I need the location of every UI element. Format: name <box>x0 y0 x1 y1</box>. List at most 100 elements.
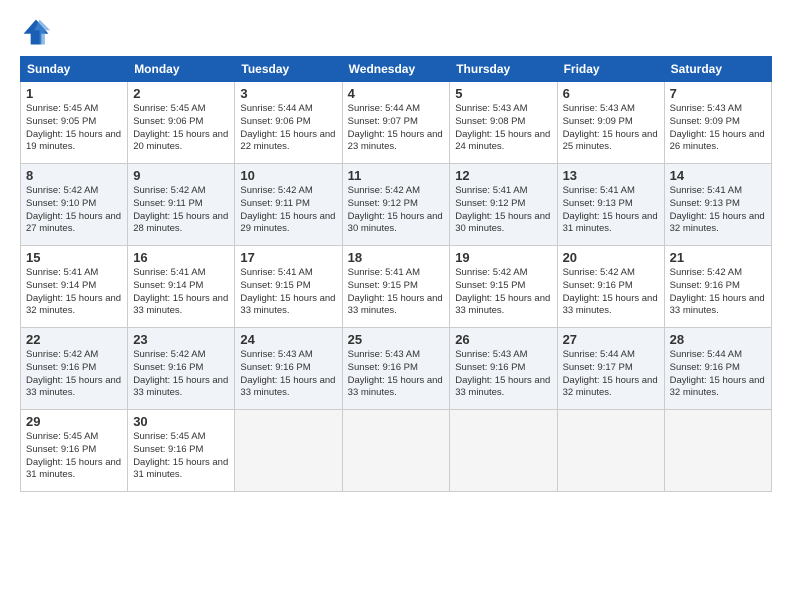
day-info: Sunrise: 5:44 AM Sunset: 9:16 PM Dayligh… <box>670 349 766 400</box>
calendar-cell: 11 Sunrise: 5:42 AM Sunset: 9:12 PM Dayli… <box>342 164 450 246</box>
week-row-3: 15Sunrise: 5:41 AM Sunset: 9:14 PM Dayli… <box>21 246 772 328</box>
day-number: 5 <box>455 86 551 101</box>
day-number: 22 <box>26 332 122 347</box>
calendar-cell: 29 Sunrise: 5:45 AM Sunset: 9:16 PM Dayli… <box>21 410 128 492</box>
day-number: 26 <box>455 332 551 347</box>
calendar-cell: 27 Sunrise: 5:44 AM Sunset: 9:17 PM Dayli… <box>557 328 664 410</box>
day-info: Sunrise: 5:41 AM Sunset: 9:15 PM Dayligh… <box>240 267 336 318</box>
col-sunday: Sunday <box>21 57 128 82</box>
day-number: 28 <box>670 332 766 347</box>
page: Sunday Monday Tuesday Wednesday Thursday… <box>0 0 792 612</box>
col-saturday: Saturday <box>664 57 771 82</box>
day-info: Sunrise: 5:42 AM Sunset: 9:11 PM Dayligh… <box>240 185 336 236</box>
logo <box>20 16 56 48</box>
calendar-cell: 15Sunrise: 5:41 AM Sunset: 9:14 PM Dayli… <box>21 246 128 328</box>
day-info: Sunrise: 5:42 AM Sunset: 9:12 PM Dayligh… <box>348 185 445 236</box>
day-info: Sunrise: 5:43 AM Sunset: 9:09 PM Dayligh… <box>563 103 659 154</box>
day-info: Sunrise: 5:45 AM Sunset: 9:16 PM Dayligh… <box>133 431 229 482</box>
calendar-cell <box>664 410 771 492</box>
calendar-cell: 8Sunrise: 5:42 AM Sunset: 9:10 PM Daylig… <box>21 164 128 246</box>
day-number: 14 <box>670 168 766 183</box>
day-number: 23 <box>133 332 229 347</box>
calendar-cell: 24 Sunrise: 5:43 AM Sunset: 9:16 PM Dayli… <box>235 328 342 410</box>
day-number: 3 <box>240 86 336 101</box>
calendar-cell: 10 Sunrise: 5:42 AM Sunset: 9:11 PM Dayli… <box>235 164 342 246</box>
day-number: 21 <box>670 250 766 265</box>
day-number: 10 <box>240 168 336 183</box>
day-number: 1 <box>26 86 122 101</box>
week-row-1: 1 Sunrise: 5:45 AM Sunset: 9:05 PM Daylig… <box>21 82 772 164</box>
day-info: Sunrise: 5:43 AM Sunset: 9:09 PM Dayligh… <box>670 103 766 154</box>
day-info: Sunrise: 5:43 AM Sunset: 9:16 PM Dayligh… <box>455 349 551 400</box>
calendar-cell: 12Sunrise: 5:41 AM Sunset: 9:12 PM Dayli… <box>450 164 557 246</box>
calendar-cell: 13 Sunrise: 5:41 AM Sunset: 9:13 PM Dayli… <box>557 164 664 246</box>
calendar-cell: 5Sunrise: 5:43 AM Sunset: 9:08 PM Daylig… <box>450 82 557 164</box>
col-monday: Monday <box>128 57 235 82</box>
col-friday: Friday <box>557 57 664 82</box>
header <box>20 16 772 48</box>
day-number: 16 <box>133 250 229 265</box>
calendar-cell: 4Sunrise: 5:44 AM Sunset: 9:07 PM Daylig… <box>342 82 450 164</box>
day-number: 7 <box>670 86 766 101</box>
logo-icon <box>20 16 52 48</box>
calendar-cell: 6 Sunrise: 5:43 AM Sunset: 9:09 PM Daylig… <box>557 82 664 164</box>
day-number: 8 <box>26 168 122 183</box>
calendar-cell: 30 Sunrise: 5:45 AM Sunset: 9:16 PM Dayli… <box>128 410 235 492</box>
calendar-cell: 14 Sunrise: 5:41 AM Sunset: 9:13 PM Dayli… <box>664 164 771 246</box>
day-info: Sunrise: 5:41 AM Sunset: 9:13 PM Dayligh… <box>670 185 766 236</box>
day-info: Sunrise: 5:45 AM Sunset: 9:16 PM Dayligh… <box>26 431 122 482</box>
col-wednesday: Wednesday <box>342 57 450 82</box>
day-info: Sunrise: 5:43 AM Sunset: 9:16 PM Dayligh… <box>348 349 445 400</box>
day-number: 9 <box>133 168 229 183</box>
day-number: 18 <box>348 250 445 265</box>
calendar-cell: 18 Sunrise: 5:41 AM Sunset: 9:15 PM Dayli… <box>342 246 450 328</box>
day-info: Sunrise: 5:42 AM Sunset: 9:16 PM Dayligh… <box>133 349 229 400</box>
day-info: Sunrise: 5:44 AM Sunset: 9:06 PM Dayligh… <box>240 103 336 154</box>
day-info: Sunrise: 5:41 AM Sunset: 9:14 PM Dayligh… <box>26 267 122 318</box>
calendar-cell <box>235 410 342 492</box>
week-row-4: 22 Sunrise: 5:42 AM Sunset: 9:16 PM Dayli… <box>21 328 772 410</box>
day-number: 20 <box>563 250 659 265</box>
day-number: 11 <box>348 168 445 183</box>
day-number: 19 <box>455 250 551 265</box>
calendar-cell <box>342 410 450 492</box>
day-number: 13 <box>563 168 659 183</box>
day-info: Sunrise: 5:42 AM Sunset: 9:15 PM Dayligh… <box>455 267 551 318</box>
day-number: 4 <box>348 86 445 101</box>
day-number: 30 <box>133 414 229 429</box>
day-number: 12 <box>455 168 551 183</box>
day-number: 6 <box>563 86 659 101</box>
week-row-5: 29 Sunrise: 5:45 AM Sunset: 9:16 PM Dayli… <box>21 410 772 492</box>
header-row: Sunday Monday Tuesday Wednesday Thursday… <box>21 57 772 82</box>
day-info: Sunrise: 5:44 AM Sunset: 9:17 PM Dayligh… <box>563 349 659 400</box>
calendar-cell: 23 Sunrise: 5:42 AM Sunset: 9:16 PM Dayli… <box>128 328 235 410</box>
day-info: Sunrise: 5:42 AM Sunset: 9:16 PM Dayligh… <box>670 267 766 318</box>
day-info: Sunrise: 5:43 AM Sunset: 9:16 PM Dayligh… <box>240 349 336 400</box>
day-info: Sunrise: 5:41 AM Sunset: 9:13 PM Dayligh… <box>563 185 659 236</box>
calendar-cell: 1 Sunrise: 5:45 AM Sunset: 9:05 PM Daylig… <box>21 82 128 164</box>
week-row-2: 8Sunrise: 5:42 AM Sunset: 9:10 PM Daylig… <box>21 164 772 246</box>
calendar-cell: 19 Sunrise: 5:42 AM Sunset: 9:15 PM Dayli… <box>450 246 557 328</box>
calendar-cell: 28 Sunrise: 5:44 AM Sunset: 9:16 PM Dayli… <box>664 328 771 410</box>
calendar-cell: 2Sunrise: 5:45 AM Sunset: 9:06 PM Daylig… <box>128 82 235 164</box>
calendar-cell: 21 Sunrise: 5:42 AM Sunset: 9:16 PM Dayli… <box>664 246 771 328</box>
calendar-cell: 3 Sunrise: 5:44 AM Sunset: 9:06 PM Daylig… <box>235 82 342 164</box>
day-number: 24 <box>240 332 336 347</box>
day-info: Sunrise: 5:41 AM Sunset: 9:14 PM Dayligh… <box>133 267 229 318</box>
calendar-cell <box>450 410 557 492</box>
day-number: 29 <box>26 414 122 429</box>
col-thursday: Thursday <box>450 57 557 82</box>
day-number: 27 <box>563 332 659 347</box>
calendar-cell: 25Sunrise: 5:43 AM Sunset: 9:16 PM Dayli… <box>342 328 450 410</box>
day-number: 2 <box>133 86 229 101</box>
calendar-table: Sunday Monday Tuesday Wednesday Thursday… <box>20 56 772 492</box>
calendar-cell: 26 Sunrise: 5:43 AM Sunset: 9:16 PM Dayli… <box>450 328 557 410</box>
calendar-cell: 16 Sunrise: 5:41 AM Sunset: 9:14 PM Dayli… <box>128 246 235 328</box>
calendar-cell: 22 Sunrise: 5:42 AM Sunset: 9:16 PM Dayli… <box>21 328 128 410</box>
day-info: Sunrise: 5:41 AM Sunset: 9:15 PM Dayligh… <box>348 267 445 318</box>
calendar-cell <box>557 410 664 492</box>
day-info: Sunrise: 5:42 AM Sunset: 9:16 PM Dayligh… <box>26 349 122 400</box>
day-info: Sunrise: 5:45 AM Sunset: 9:05 PM Dayligh… <box>26 103 122 154</box>
day-number: 17 <box>240 250 336 265</box>
day-info: Sunrise: 5:42 AM Sunset: 9:11 PM Dayligh… <box>133 185 229 236</box>
